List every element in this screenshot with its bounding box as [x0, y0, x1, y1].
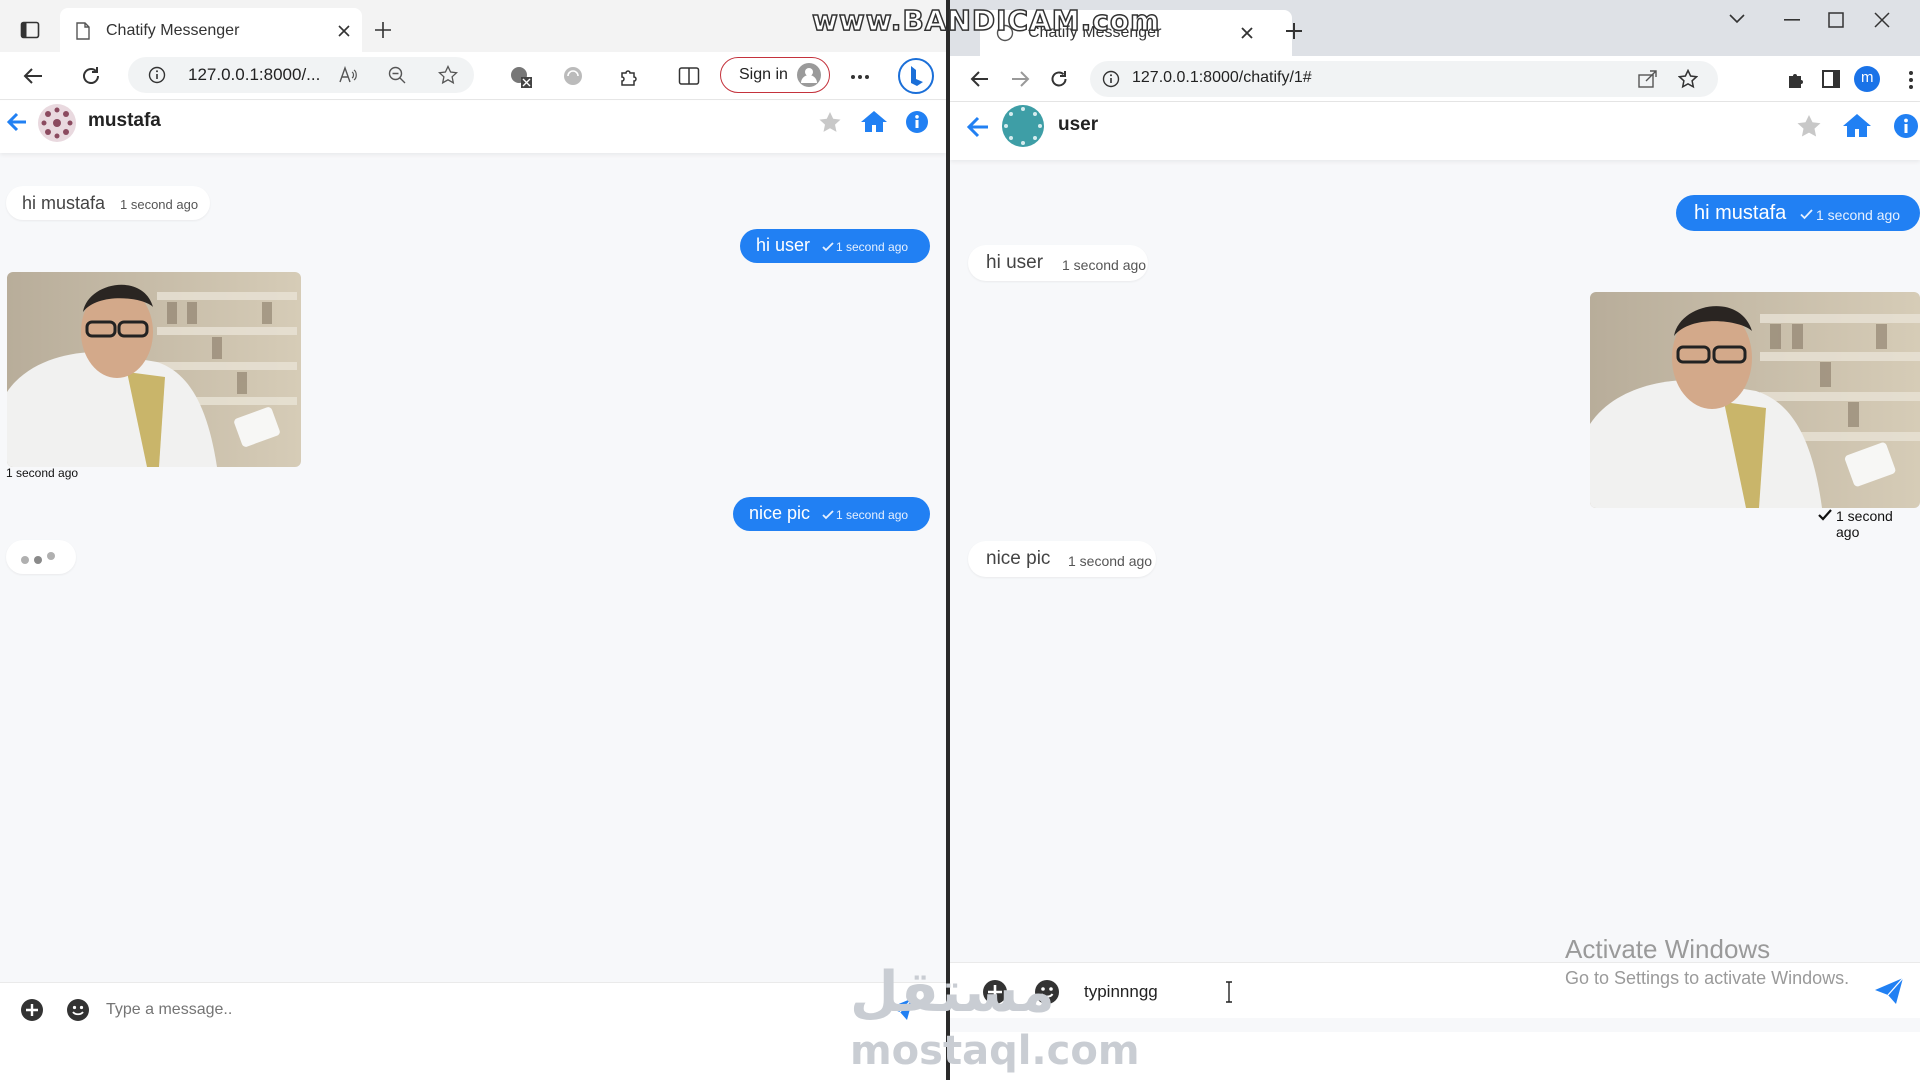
contact-name: mustafa [88, 110, 161, 131]
activate-windows-title: Activate Windows [1565, 934, 1771, 964]
typing-indicator [6, 540, 76, 574]
info-icon[interactable] [1894, 114, 1918, 138]
message-text: hi mustafa [1694, 202, 1787, 224]
bookmark-star-icon[interactable] [1678, 69, 1698, 89]
image-message-time: 1 second ago [1836, 508, 1893, 540]
tab-actions-icon[interactable] [20, 20, 40, 40]
message-received[interactable]: hi mustafa 1 second ago [6, 186, 210, 220]
close-tab-icon[interactable] [1240, 26, 1254, 40]
refresh-icon[interactable] [1049, 69, 1069, 89]
new-tab-icon[interactable] [1285, 22, 1303, 40]
message-text: nice pic [749, 503, 811, 523]
message-time: 1 second ago [1816, 207, 1901, 223]
back-arrow-icon[interactable] [22, 65, 44, 87]
message-time: 1 second ago [120, 197, 199, 212]
message-input[interactable] [1084, 977, 1384, 1007]
favorite-star-icon[interactable] [1796, 114, 1822, 138]
sent-check-icon [822, 242, 834, 252]
bing-chat-icon[interactable] [898, 58, 934, 94]
minimize-icon[interactable] [1784, 19, 1800, 21]
sent-check-icon [1818, 509, 1832, 521]
image-message[interactable] [7, 272, 301, 467]
zoom-out-icon[interactable] [388, 66, 406, 84]
message-time: 1 second ago [1062, 257, 1147, 273]
message-text: nice pic [986, 548, 1051, 569]
mostaql-logo-arabic: مستقل [850, 960, 1055, 1025]
share-icon[interactable] [1638, 70, 1658, 88]
sent-check-icon [1800, 209, 1813, 220]
extensions-puzzle-icon[interactable] [618, 65, 640, 87]
left-address-bar: 127.0.0.1:8000/... Sign in [0, 52, 946, 100]
back-arrow-icon[interactable] [6, 111, 28, 133]
left-active-tab[interactable]: Chatify Messenger [60, 8, 362, 54]
back-arrow-icon[interactable] [970, 69, 990, 89]
left-browser-window: Chatify Messenger 127.0.0.1:8000/... Sig… [0, 0, 946, 1080]
send-icon[interactable] [1874, 977, 1904, 1005]
profile-initial: m [1861, 69, 1874, 86]
attach-plus-icon[interactable] [20, 998, 44, 1022]
profile-avatar[interactable]: m [1854, 66, 1880, 92]
message-composer [0, 982, 946, 1036]
chrome-menu-icon[interactable] [1908, 70, 1914, 90]
split-screen-icon[interactable] [678, 66, 700, 86]
extension-icon[interactable] [508, 64, 534, 90]
side-panel-icon[interactable] [1822, 70, 1840, 88]
message-time: 1 second ago [1068, 553, 1153, 569]
left-chat-header: mustafa [0, 101, 946, 153]
sign-in-button[interactable]: Sign in [720, 57, 830, 93]
tab-title: Chatify Messenger [106, 22, 240, 39]
home-icon[interactable] [1842, 112, 1872, 138]
close-window-icon[interactable] [1874, 12, 1890, 28]
message-text: hi mustafa [22, 193, 106, 213]
sent-check-icon [822, 510, 834, 520]
url-box[interactable]: 127.0.0.1:8000/... [128, 57, 474, 93]
site-info-icon[interactable] [1102, 70, 1120, 88]
image-message[interactable] [1590, 292, 1920, 508]
message-received[interactable]: hi user 1 second ago [968, 245, 1148, 281]
message-sent[interactable]: hi user 1 second ago [740, 229, 930, 263]
refresh-icon[interactable] [80, 65, 102, 87]
profile-avatar-icon [797, 63, 821, 87]
favorite-star-icon[interactable] [438, 65, 458, 85]
bandicam-watermark: www.BANDICAM.com [811, 3, 1161, 38]
message-input[interactable] [106, 995, 746, 1025]
message-time: 1 second ago [836, 508, 909, 522]
right-address-bar: 127.0.0.1:8000/chatify/1# m [950, 56, 1920, 102]
right-browser-window: Chatify Messenger 127.0.0.1:8000/chatify… [950, 0, 1920, 1080]
message-text: hi user [986, 252, 1044, 273]
url-box[interactable]: 127.0.0.1:8000/chatify/1# [1090, 61, 1718, 97]
forward-arrow-icon[interactable] [1010, 69, 1030, 89]
home-icon[interactable] [860, 109, 888, 133]
site-info-icon[interactable] [148, 66, 166, 84]
image-message-time: 1 second ago [6, 466, 79, 480]
close-tab-icon[interactable] [337, 24, 351, 38]
contact-name: user [1058, 114, 1099, 135]
extensions-puzzle-icon[interactable] [1786, 69, 1806, 89]
avatar[interactable] [38, 104, 76, 142]
info-icon[interactable] [906, 111, 928, 133]
more-options-icon[interactable] [850, 74, 870, 80]
activate-windows-subtitle: Go to Settings to activate Windows. [1565, 968, 1850, 988]
avatar[interactable] [1002, 105, 1044, 147]
url-text: 127.0.0.1:8000/... [188, 65, 321, 84]
emoji-icon[interactable] [66, 998, 90, 1022]
back-arrow-icon[interactable] [966, 115, 990, 139]
favorite-star-icon[interactable] [818, 111, 842, 133]
mostaql-logo-text: mostaql.com [850, 1028, 1140, 1074]
tracking-icon[interactable] [562, 65, 584, 87]
message-sent[interactable]: hi mustafa 1 second ago [1676, 195, 1920, 231]
message-sent[interactable]: nice pic 1 second ago [733, 497, 930, 531]
maximize-icon[interactable] [1828, 12, 1844, 28]
new-tab-icon[interactable] [373, 20, 393, 40]
page-icon [76, 22, 90, 40]
tab-search-chevron-icon[interactable] [1729, 14, 1745, 24]
read-aloud-icon[interactable] [338, 66, 358, 84]
message-time: 1 second ago [836, 240, 909, 254]
sign-in-label: Sign in [739, 66, 788, 83]
text-cursor-icon [1224, 981, 1234, 1003]
right-chat-header: user [950, 102, 1920, 160]
message-received[interactable]: nice pic 1 second ago [968, 541, 1156, 577]
message-text: hi user [756, 235, 811, 255]
url-text: 127.0.0.1:8000/chatify/1# [1132, 69, 1312, 86]
